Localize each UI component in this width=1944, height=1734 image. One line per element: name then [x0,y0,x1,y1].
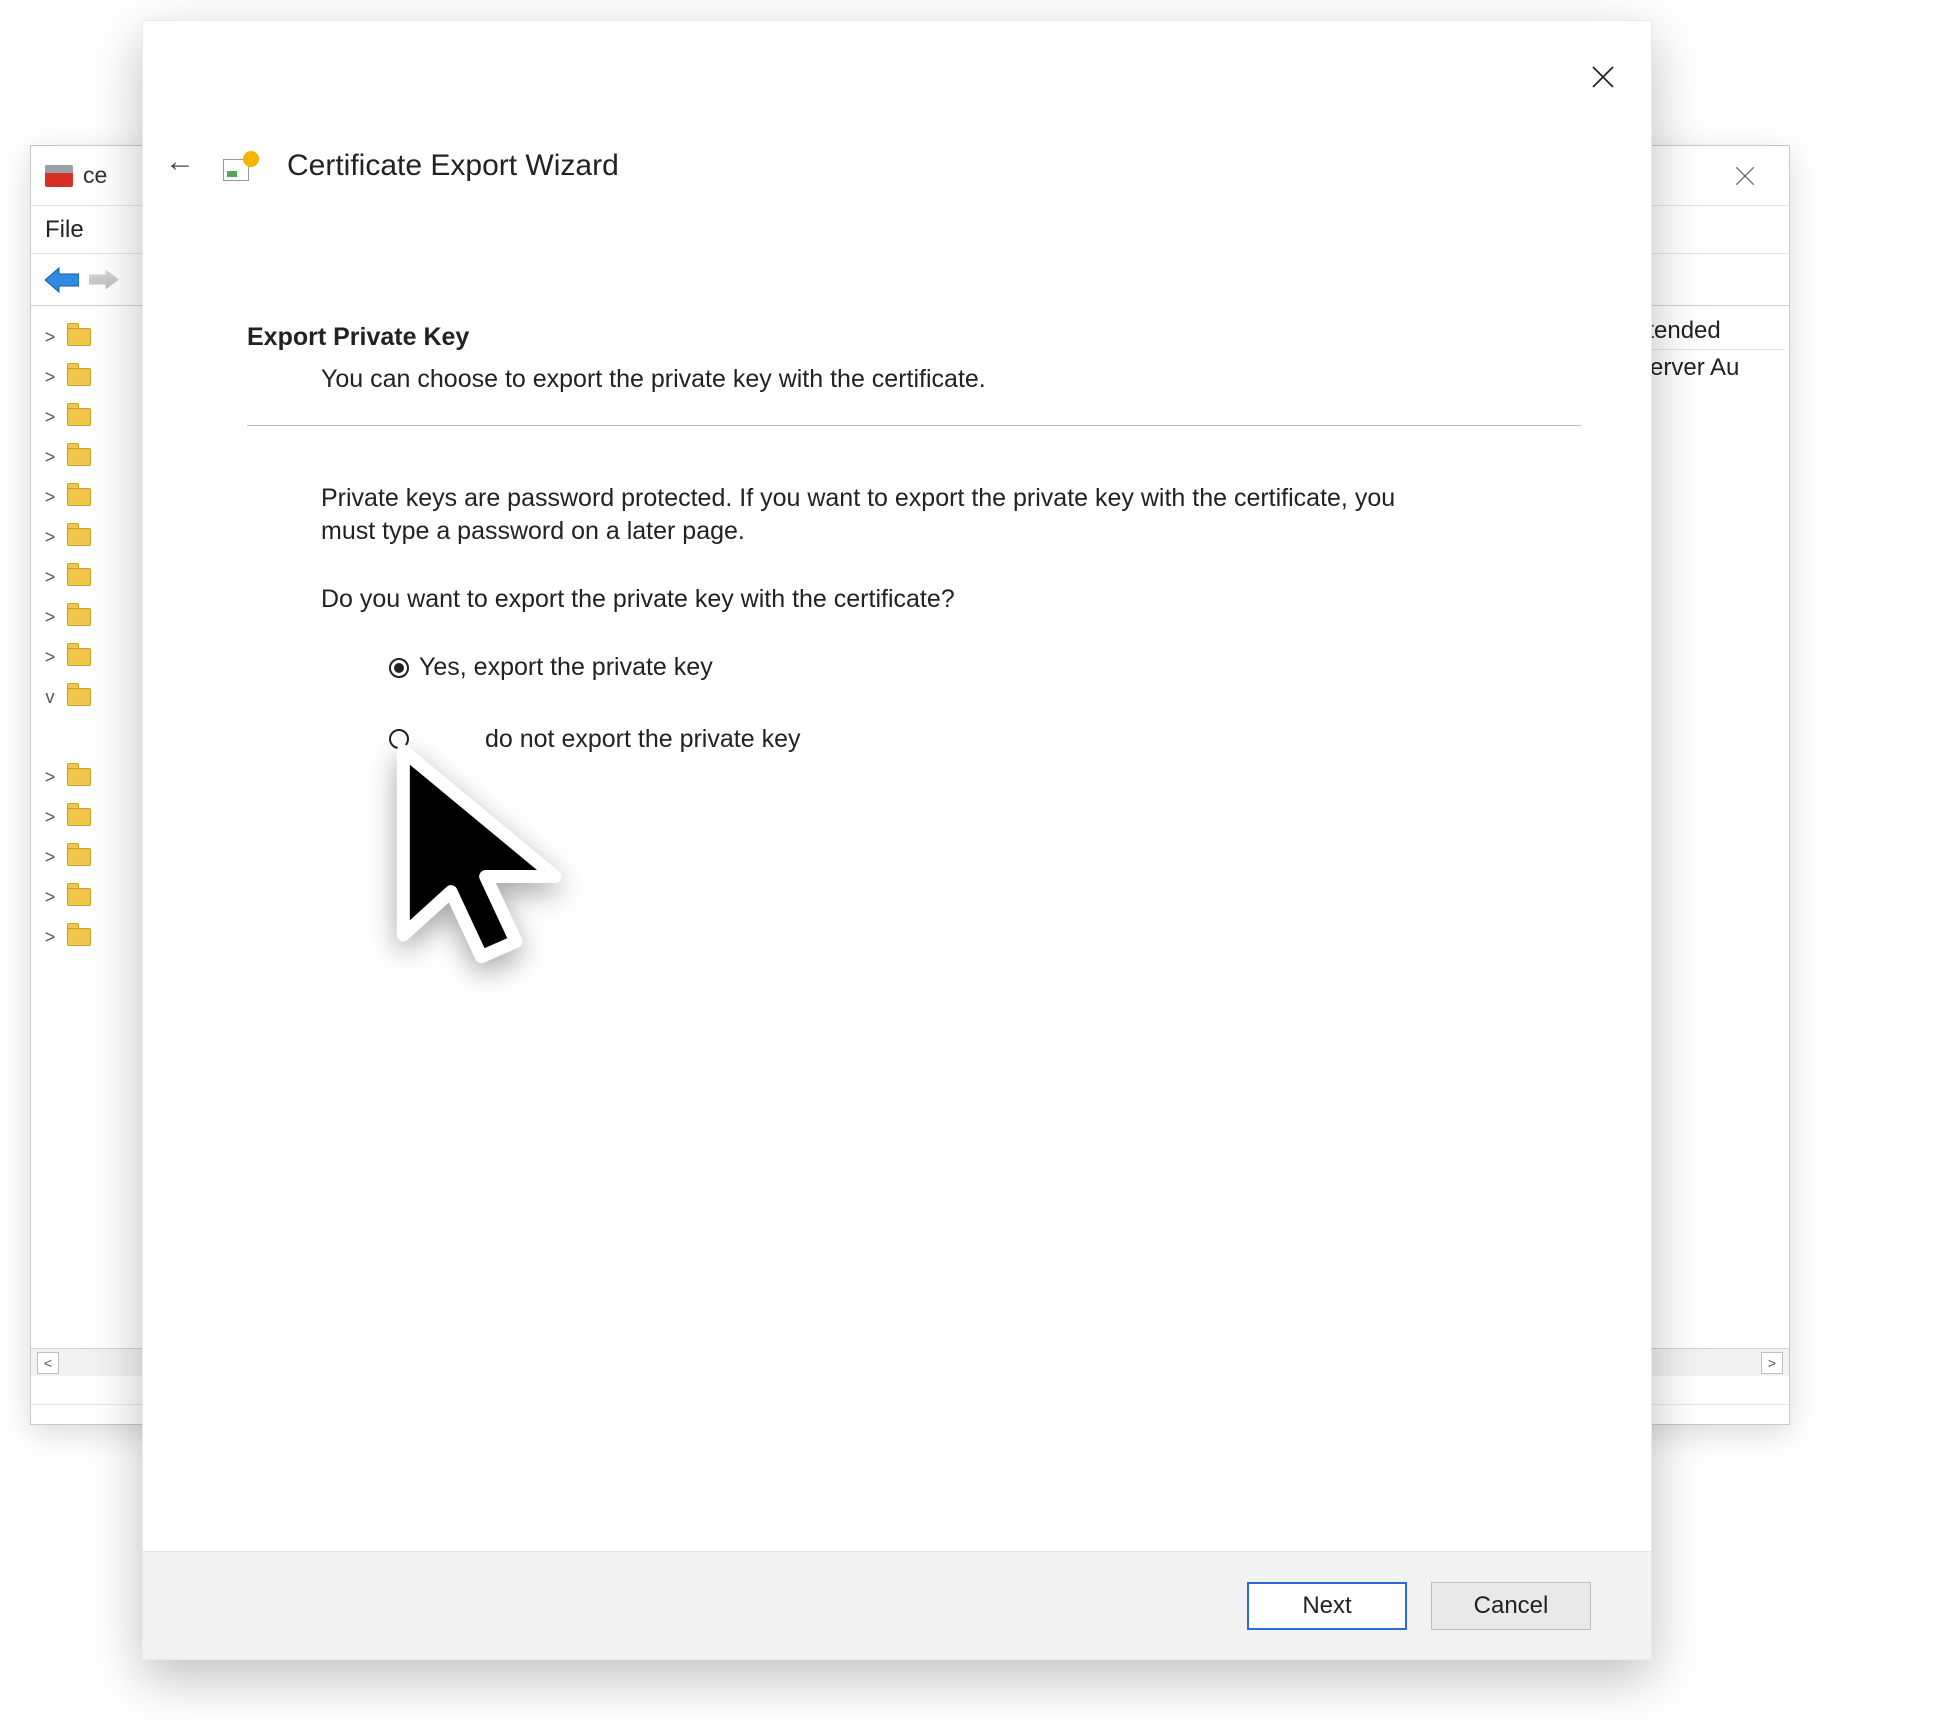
section-title: Export Private Key [247,321,1581,355]
wizard-question: Do you want to export the private key wi… [321,583,1581,617]
radio-icon [389,729,409,749]
close-icon [1588,62,1618,92]
certificate-export-wizard: ← Certificate Export Wizard Export Priva… [142,20,1652,1660]
folder-icon [67,608,91,626]
toolbar-back-button[interactable] [45,266,79,294]
folder-icon [67,408,91,426]
menu-file[interactable]: File [45,216,84,244]
wizard-header: ← Certificate Export Wizard [165,149,619,183]
wizard-content: Export Private Key You can choose to exp… [247,321,1581,794]
folder-icon [67,488,91,506]
radio-icon [389,658,409,678]
folder-icon [67,328,91,346]
radio-yes-export[interactable]: Yes, export the private key [389,651,1581,685]
divider [247,425,1581,426]
wizard-paragraph: Private keys are password protected. If … [321,482,1451,550]
next-button[interactable]: Next [1247,1582,1407,1630]
wizard-footer: Next Cancel [143,1551,1651,1659]
wizard-title: Certificate Export Wizard [287,149,619,183]
folder-icon [67,808,91,826]
wizard-icon [223,151,259,181]
folder-icon [67,848,91,866]
radio-no-export[interactable]: do not export the private key [389,723,1581,757]
folder-icon [67,688,91,706]
folder-icon [67,648,91,666]
radio-label: do not export the private key [485,723,800,757]
folder-icon [67,568,91,586]
wizard-back-button[interactable]: ← [165,145,195,179]
close-icon [1732,163,1758,189]
mmc-app-icon [45,165,73,187]
folder-icon [67,888,91,906]
folder-icon [67,368,91,386]
folder-icon [67,928,91,946]
folder-icon [67,768,91,786]
back-arrow-icon [45,266,79,294]
toolbar-forward-button[interactable] [89,270,119,290]
mmc-close-button[interactable] [1715,146,1775,206]
scroll-right-icon[interactable]: > [1761,1352,1783,1374]
section-subtitle: You can choose to export the private key… [321,363,1581,397]
cancel-button[interactable]: Cancel [1431,1582,1591,1630]
radio-group-export-key: Yes, export the private key do not expor… [389,651,1581,757]
mmc-title-fragment: ce [83,162,107,189]
scroll-left-icon[interactable]: < [37,1352,59,1374]
radio-label: Yes, export the private key [419,651,713,685]
folder-icon [67,448,91,466]
folder-icon [67,528,91,546]
wizard-close-button[interactable] [1579,53,1627,101]
